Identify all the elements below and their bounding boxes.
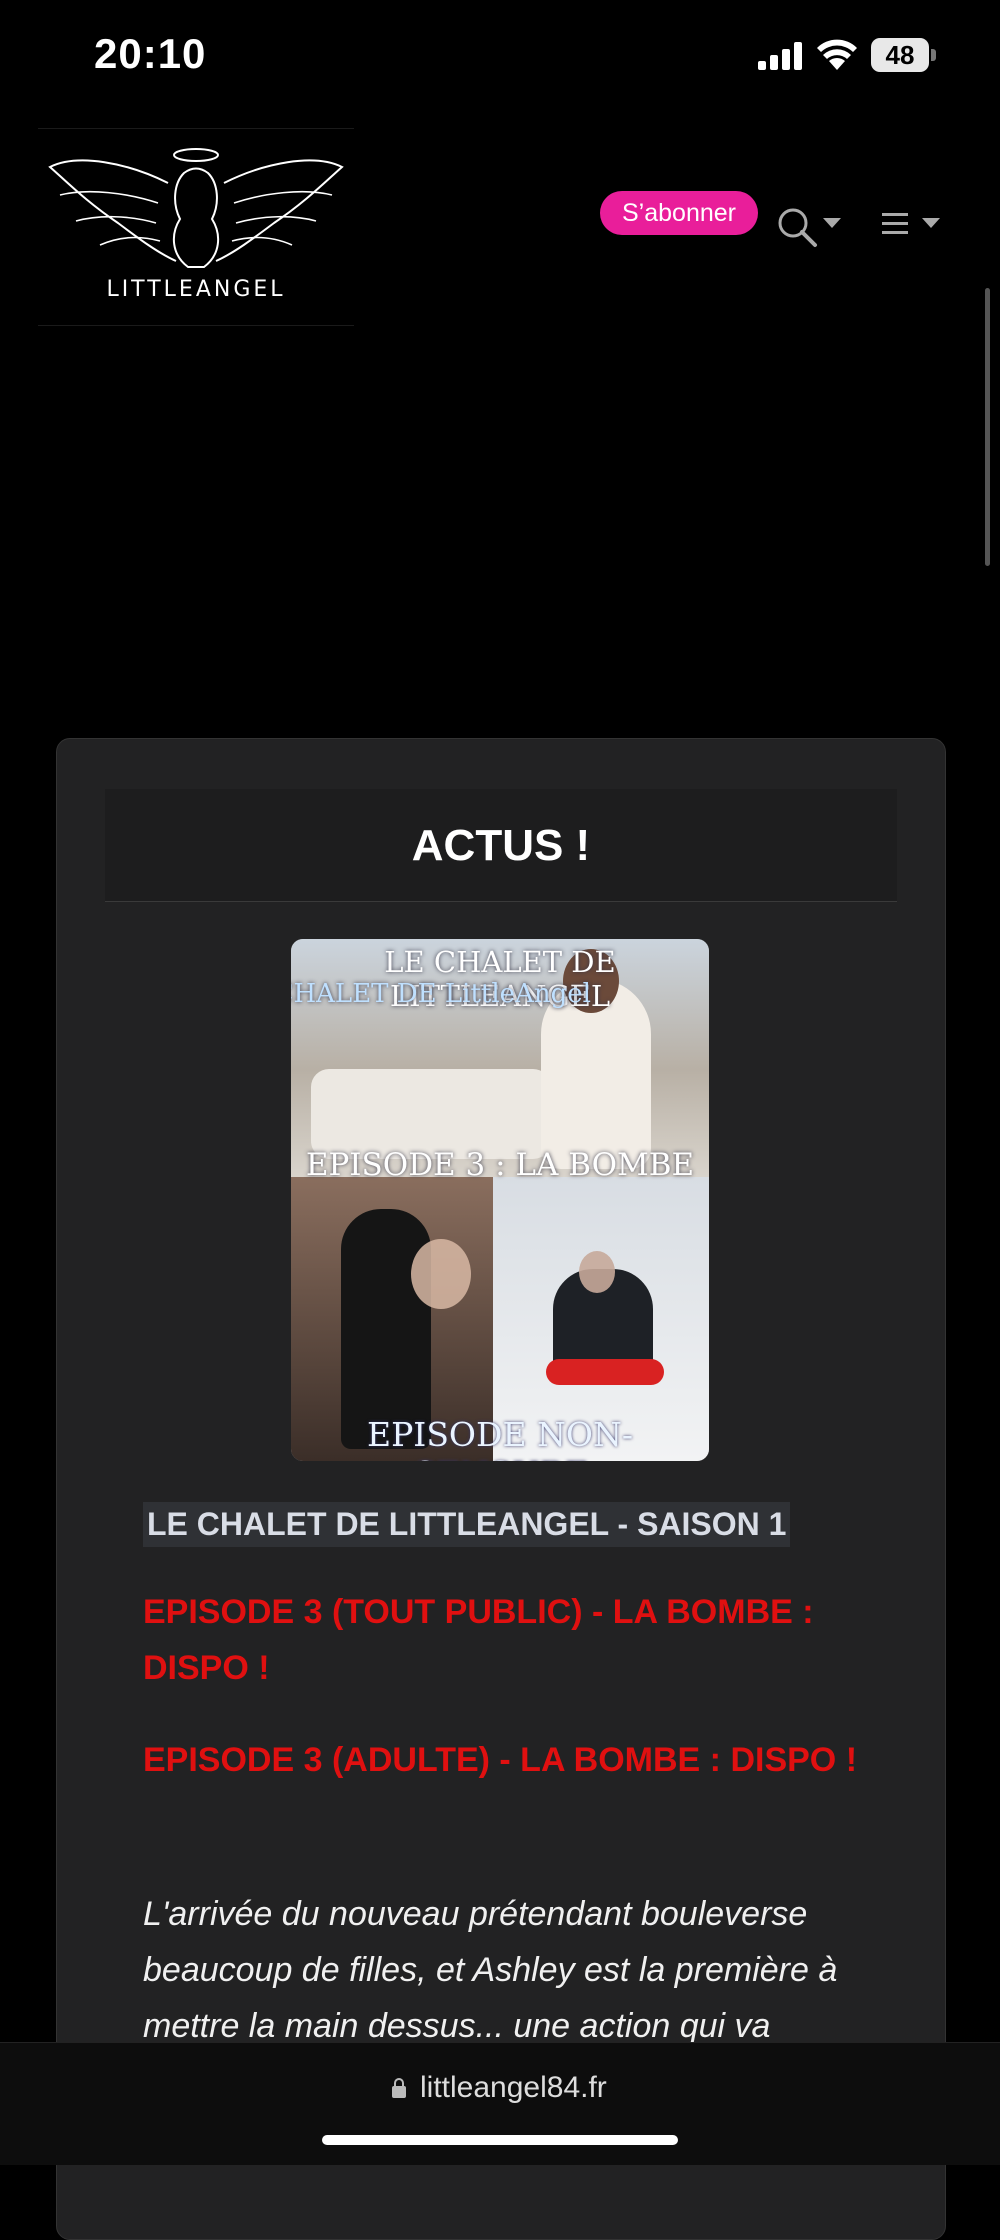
episode-poster-image[interactable]: LE CHALET DE LITTLEANGEL LE CHALET DE Li… (291, 939, 709, 1461)
episode-adult-link[interactable]: EPISODE 3 (ADULTE) - LA BOMBE : DISPO ! (143, 1732, 863, 1788)
card-header: ACTUS ! (105, 789, 897, 902)
wifi-icon (817, 39, 857, 70)
search-icon[interactable] (775, 205, 819, 249)
poster-sofa (311, 1069, 551, 1159)
poster-neon-sign: LE CHALET DE LittleAngel (291, 979, 591, 1009)
url-text[interactable]: littleangel84.fr (420, 2071, 607, 2105)
poster-blurred-face-2 (579, 1251, 615, 1293)
poster-blurred-face (411, 1239, 471, 1309)
site-logo[interactable]: LITTLEANGEL (38, 128, 354, 326)
battery-tip (931, 49, 936, 61)
poster-dark-figure (341, 1209, 431, 1449)
series-title: LE CHALET DE LITTLEANGEL - SAISON 1 (143, 1502, 791, 1547)
scrollbar[interactable] (985, 288, 990, 566)
poster-uncensored-label: EPISODE NON-CENSURE (367, 1415, 633, 1461)
home-indicator[interactable] (322, 2135, 678, 2145)
battery-level: 48 (871, 38, 929, 72)
subscribe-button[interactable]: S’abonner (600, 191, 758, 235)
logo-text: LITTLEANGEL (106, 277, 286, 302)
battery-icon: 48 (871, 38, 937, 72)
cellular-signal-icon (758, 42, 802, 70)
status-bar: 20:10 48 (0, 0, 1000, 115)
poster-red-sled (546, 1359, 664, 1385)
news-card: ACTUS ! LE CHALET DE LITTLEANGEL LE CHAL… (56, 738, 946, 2240)
browser-url-bar[interactable]: littleangel84.fr (0, 2042, 1000, 2165)
card-title: ACTUS ! (411, 821, 591, 870)
status-time: 20:10 (94, 30, 207, 77)
menu-dropdown-chevron-icon[interactable] (922, 218, 940, 228)
episode-description: L'arrivée du nouveau prétendant boulever… (143, 1895, 838, 2045)
episode-public-link[interactable]: EPISODE 3 (TOUT PUBLIC) - LA BOMBE : DIS… (143, 1584, 863, 1696)
angel-wings-logo-icon (48, 148, 344, 268)
poster-episode-title: EPISODE 3 : LA BOMBE (305, 1147, 695, 1183)
lock-icon (392, 2078, 406, 2098)
hamburger-menu-icon[interactable] (882, 213, 908, 237)
search-dropdown-chevron-icon[interactable] (823, 218, 841, 228)
